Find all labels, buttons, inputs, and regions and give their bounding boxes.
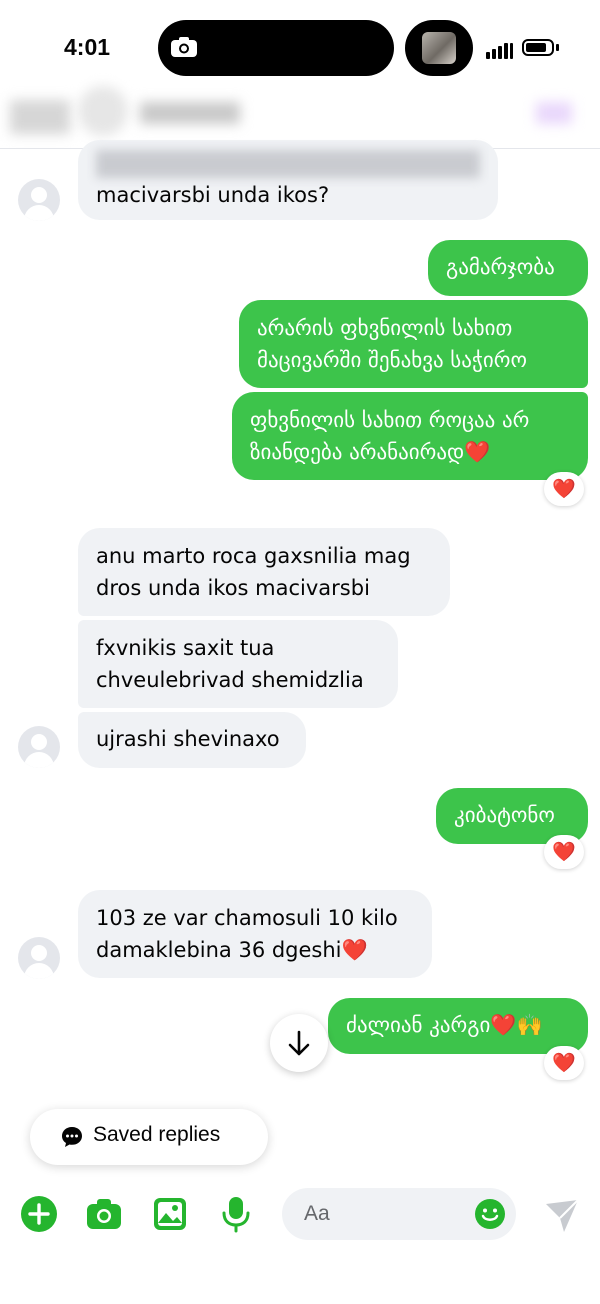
status-time: 4:01	[64, 34, 111, 60]
media-thumbnail	[422, 32, 456, 64]
emoji-icon[interactable]	[474, 1198, 506, 1230]
battery-icon	[522, 39, 554, 56]
plus-icon[interactable]	[19, 1194, 59, 1234]
message-text: macivarsbi unda ikos?	[96, 183, 330, 207]
chat-bubble-icon	[62, 1127, 82, 1147]
sender-avatar[interactable]	[18, 937, 60, 979]
contact-avatar[interactable]	[78, 86, 128, 136]
message-text: 103 ze var chamosuli 10 kilo damaklebina…	[96, 906, 398, 962]
saved-replies-label: Saved replies	[93, 1123, 221, 1146]
message-text: ძალიან კარგი❤️🙌	[346, 1013, 543, 1037]
back-button[interactable]	[10, 100, 70, 134]
status-bar: 4:01	[0, 0, 600, 92]
reaction-heart[interactable]: ❤️	[544, 835, 584, 869]
message-input-placeholder: Aa	[304, 1202, 330, 1225]
message-composer: Aa	[0, 1180, 600, 1250]
message-text: anu marto roca gaxsnilia mag dros unda i…	[96, 544, 411, 600]
microphone-icon[interactable]	[216, 1194, 256, 1234]
header-actions[interactable]	[536, 102, 572, 124]
message-outgoing[interactable]: ფხვნილის სახით როცაა არ ზიანდება არანაირ…	[232, 392, 588, 480]
gallery-icon[interactable]	[150, 1194, 190, 1234]
contact-name[interactable]	[140, 102, 240, 124]
message-text: კიბატონო	[454, 803, 555, 827]
message-incoming[interactable]: anu marto roca gaxsnilia mag dros unda i…	[78, 528, 450, 616]
message-incoming[interactable]: fxvnikis saxit tua chveulebrivad shemidz…	[78, 620, 398, 708]
arrow-down-icon	[288, 1030, 310, 1056]
camera-icon[interactable]	[84, 1194, 124, 1234]
sender-avatar[interactable]	[18, 179, 60, 221]
message-text: გამარჯობა	[446, 255, 555, 279]
saved-replies-button[interactable]: Saved replies	[30, 1109, 268, 1165]
message-text: fxvnikis saxit tua chveulebrivad shemidz…	[96, 636, 364, 692]
message-text: ujrashi shevinaxo	[96, 727, 280, 751]
message-input[interactable]: Aa	[282, 1188, 516, 1240]
message-incoming[interactable]: ujrashi shevinaxo	[78, 712, 306, 768]
now-playing-island[interactable]	[405, 20, 473, 76]
reaction-heart[interactable]: ❤️	[544, 472, 584, 506]
reaction-heart[interactable]: ❤️	[544, 1046, 584, 1080]
camera-indicator-icon	[171, 37, 197, 57]
send-icon[interactable]	[542, 1196, 582, 1236]
message-text: ფხვნილის სახით როცაა არ ზიანდება არანაირ…	[250, 408, 530, 464]
sender-avatar[interactable]	[18, 726, 60, 768]
message-incoming[interactable]: 103 ze var chamosuli 10 kilo damaklebina…	[78, 890, 432, 978]
home-area	[0, 1250, 600, 1304]
scroll-to-bottom-button[interactable]	[270, 1014, 328, 1072]
message-outgoing[interactable]: ძალიან კარგი❤️🙌	[328, 998, 588, 1054]
message-text: არარის ფხვნილის სახით მაცივარში შენახვა …	[257, 316, 527, 372]
signal-icon	[486, 40, 515, 59]
dynamic-island	[158, 20, 394, 76]
message-outgoing[interactable]: არარის ფხვნილის სახით მაცივარში შენახვა …	[239, 300, 588, 388]
message-outgoing[interactable]: გამარჯობა	[428, 240, 588, 296]
